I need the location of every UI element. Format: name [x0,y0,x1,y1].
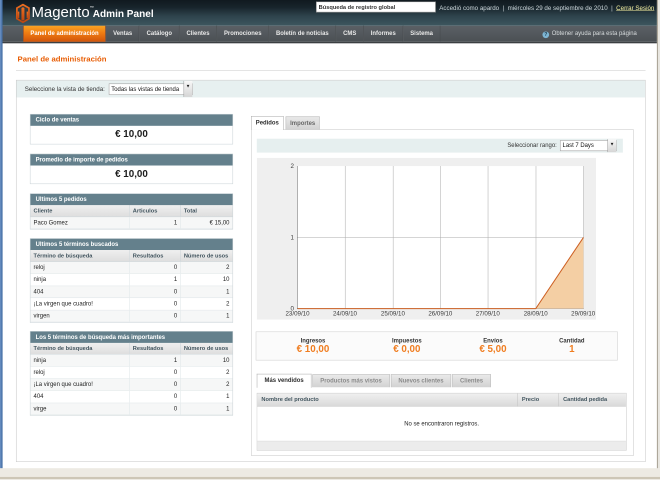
svg-text:28/09/10: 28/09/10 [524,311,549,318]
svg-text:29/09/10: 29/09/10 [571,311,596,318]
svg-text:1: 1 [290,234,294,241]
svg-text:2: 2 [290,163,294,170]
svg-text:27/09/10: 27/09/10 [476,311,501,318]
svg-text:26/09/10: 26/09/10 [428,311,453,318]
svg-text:25/09/10: 25/09/10 [381,311,406,318]
svg-text:23/09/10: 23/09/10 [286,311,311,318]
svg-text:24/09/10: 24/09/10 [333,311,358,318]
